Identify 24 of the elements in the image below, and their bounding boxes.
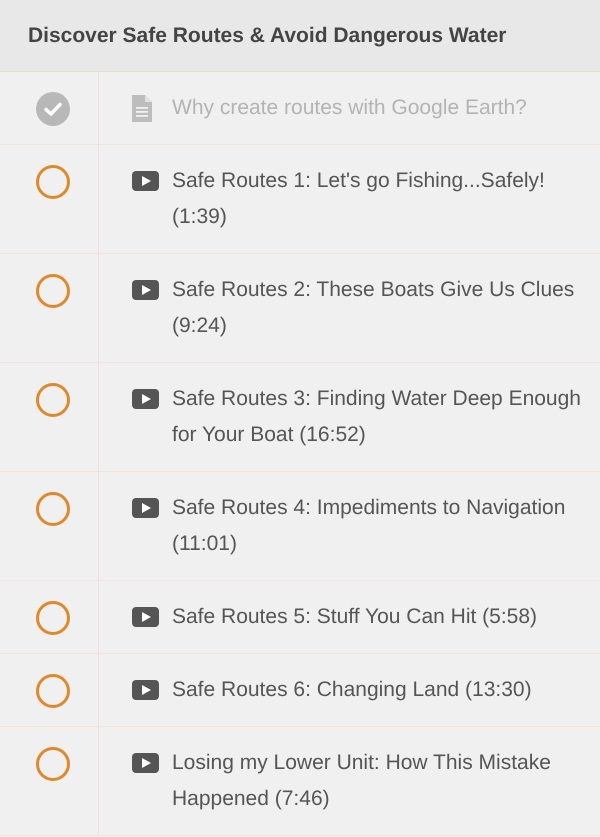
section-title: Discover Safe Routes & Avoid Dangerous Water bbox=[28, 22, 506, 49]
lesson-item[interactable]: Safe Routes 3: Finding Water Deep Enough for Your Boat (16:52) bbox=[0, 363, 600, 472]
lesson-title: Safe Routes 4: Impediments to Navigation (11:01) bbox=[172, 495, 566, 557]
lesson-item[interactable]: Safe Routes 2: These Boats Give Us Clues (9:24) bbox=[0, 254, 600, 363]
lesson-title: Safe Routes 5: Stuff You Can Hit (5:58) bbox=[172, 604, 538, 630]
document-icon bbox=[132, 94, 152, 122]
play-video-icon bbox=[132, 498, 159, 518]
lesson-title: Safe Routes 1: Let's go Fishing...Safely! (1:39) bbox=[172, 168, 546, 230]
lesson-title: Why create routes with Google Earth? bbox=[172, 95, 528, 121]
play-video-icon bbox=[132, 753, 159, 773]
lesson-title: Safe Routes 3: Finding Water Deep Enough for Your Boat (16:52) bbox=[172, 386, 582, 448]
lesson-title: Safe Routes 2: These Boats Give Us Clues (9:24) bbox=[172, 277, 576, 339]
lesson-title: Losing my Lower Unit: How This Mistake Happened (7:46) bbox=[172, 750, 552, 812]
play-video-icon bbox=[132, 171, 159, 191]
lesson-item[interactable]: Safe Routes 5: Stuff You Can Hit (5:58) bbox=[0, 581, 600, 654]
play-video-icon bbox=[132, 680, 159, 700]
lesson-item[interactable]: Safe Routes 4: Impediments to Navigation (11:01) bbox=[0, 472, 600, 581]
lesson-item[interactable]: Safe Routes 1: Let's go Fishing...Safely! (1:39) bbox=[0, 145, 600, 254]
play-video-icon bbox=[132, 389, 159, 409]
lesson-item[interactable]: Safe Routes 6: Changing Land (13:30) bbox=[0, 654, 600, 727]
play-video-icon bbox=[132, 607, 159, 627]
play-video-icon bbox=[132, 280, 159, 300]
lesson-title: Safe Routes 6: Changing Land (13:30) bbox=[172, 677, 533, 703]
lesson-item[interactable]: Losing my Lower Unit: How This Mistake Happened (7:46) bbox=[0, 727, 600, 836]
